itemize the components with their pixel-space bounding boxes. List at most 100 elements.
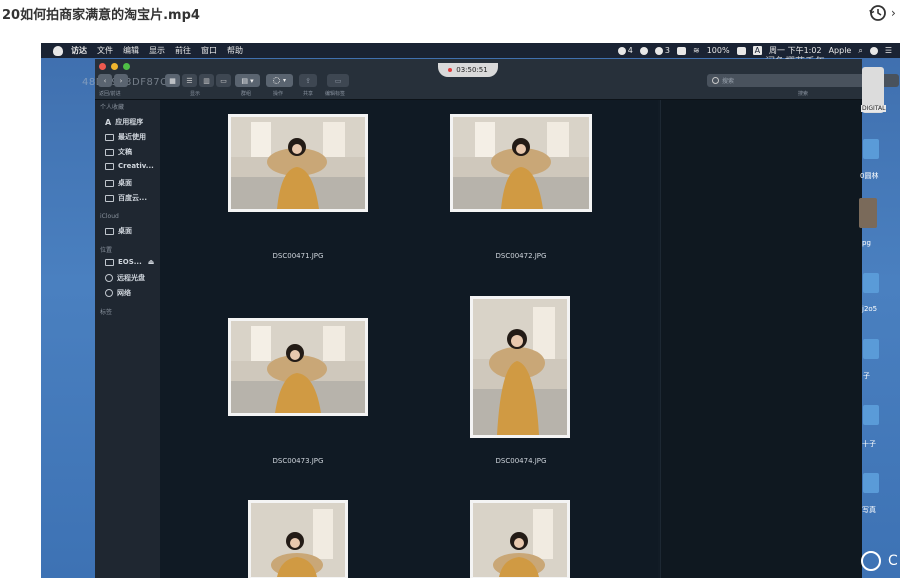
file-name-4[interactable]: DSC00474.JPG bbox=[461, 457, 581, 465]
finder-sidebar: 个人收藏 A 应用程序 最近使用 文稿 Creativ... 桌面 百度云... … bbox=[95, 100, 160, 578]
view-label: 显示 bbox=[190, 91, 201, 97]
chat-icon bbox=[617, 46, 626, 55]
photo-image bbox=[453, 117, 589, 209]
file-grid: DSC00471.JPG DSC00472.JPG DSC00473.JPG D… bbox=[160, 100, 721, 578]
desktop-label-5: 十子 bbox=[862, 440, 876, 448]
photo-image bbox=[473, 503, 567, 577]
desktop-file-icon[interactable] bbox=[863, 339, 879, 359]
desktop-file-icon[interactable] bbox=[863, 405, 879, 425]
sidebar-favorites-title: 个人收藏 bbox=[100, 104, 125, 111]
logo-icon bbox=[861, 551, 881, 571]
sidebar-item-recents[interactable]: 最近使用 bbox=[105, 132, 146, 142]
sidebar-item-desktop[interactable]: 桌面 bbox=[105, 178, 132, 188]
file-thumbnail-5[interactable] bbox=[248, 500, 348, 578]
applications-icon: A bbox=[105, 117, 112, 127]
desktop-file-icon[interactable] bbox=[859, 198, 877, 228]
page-title: 20如何拍商家满意的淘宝片.mp4 bbox=[2, 8, 200, 23]
documents-icon bbox=[105, 148, 114, 156]
menubar-user[interactable]: Apple bbox=[829, 46, 852, 55]
desktop-icon bbox=[105, 179, 114, 187]
menu-file[interactable]: 文件 bbox=[97, 45, 113, 56]
file-thumbnail-1[interactable] bbox=[228, 114, 368, 212]
disk-icon bbox=[105, 258, 114, 266]
battery-percent[interactable]: 100% bbox=[707, 46, 730, 55]
status-badge-a[interactable]: 4 bbox=[617, 46, 633, 55]
desktop-label-1: 0圆林 bbox=[860, 172, 879, 180]
zoom-window-icon[interactable] bbox=[123, 63, 130, 70]
menu-go[interactable]: 前往 bbox=[175, 45, 191, 56]
search-label: 搜索 bbox=[798, 91, 809, 97]
wechat-icon bbox=[654, 46, 663, 55]
close-window-icon[interactable] bbox=[99, 63, 106, 70]
display-icon[interactable] bbox=[676, 46, 686, 55]
finder-toolbar: 48DC943DF87C 03:50:51 ‹ › 返回/前进 ▦ ☰ ▥ ▭ … bbox=[82, 59, 899, 100]
share-label: 共享 bbox=[303, 91, 314, 97]
video-frame[interactable]: 访达 文件 编辑 显示 前往 窗口 帮助 4 3 ≋ 100% A 周一 下午1… bbox=[41, 43, 900, 578]
sidebar-item-applications[interactable]: A 应用程序 bbox=[105, 117, 143, 127]
file-thumbnail-4[interactable] bbox=[470, 296, 570, 438]
sidebar-item-remote-disc[interactable]: 远程光盘 bbox=[105, 273, 145, 283]
recording-timer: 03:50:51 bbox=[438, 63, 498, 77]
share-button[interactable]: ⇪ bbox=[299, 74, 317, 87]
menu-window[interactable]: 窗口 bbox=[201, 45, 217, 56]
apple-icon[interactable] bbox=[53, 45, 63, 56]
view-gallery-button[interactable]: ▭ bbox=[216, 74, 231, 87]
file-name-3[interactable]: DSC00473.JPG bbox=[238, 457, 358, 465]
action-label: 操作 bbox=[273, 91, 284, 97]
sidebar-item-baidu[interactable]: 百度云... bbox=[105, 193, 147, 203]
file-thumbnail-3[interactable] bbox=[228, 318, 368, 416]
file-thumbnail-6[interactable] bbox=[470, 500, 570, 578]
forward-button[interactable]: › bbox=[114, 74, 128, 87]
folder-icon bbox=[105, 194, 114, 202]
sidebar-item-icloud-desktop[interactable]: 桌面 bbox=[105, 226, 132, 236]
siri-icon[interactable] bbox=[869, 46, 878, 55]
minimize-window-icon[interactable] bbox=[111, 63, 118, 70]
group-button[interactable]: ▤ ▾ bbox=[235, 74, 260, 87]
back-button[interactable]: ‹ bbox=[98, 74, 112, 87]
group-label: 群组 bbox=[241, 91, 252, 97]
sidebar-icloud-title: iCloud bbox=[100, 213, 119, 220]
desktop-file-icon[interactable] bbox=[863, 139, 879, 159]
notification-icon[interactable]: ☰ bbox=[885, 46, 892, 55]
view-column-button[interactable]: ▥ bbox=[199, 74, 214, 87]
view-icon-button[interactable]: ▦ bbox=[165, 74, 180, 87]
menu-edit[interactable]: 编辑 bbox=[123, 45, 139, 56]
preview-pane bbox=[660, 100, 862, 578]
photo-image bbox=[251, 503, 345, 577]
menu-view[interactable]: 显示 bbox=[149, 45, 165, 56]
desktop-label-3: j2o5 bbox=[862, 305, 878, 313]
desktop-file-icon[interactable] bbox=[863, 273, 879, 293]
eject-icon[interactable]: ⏏ bbox=[148, 258, 155, 266]
tags-button[interactable]: ▭ bbox=[327, 74, 349, 87]
record-icon bbox=[448, 68, 453, 72]
gear-icon bbox=[272, 77, 280, 84]
file-name-1[interactable]: DSC00471.JPG bbox=[238, 252, 358, 260]
disc-icon bbox=[105, 274, 113, 282]
menu-help[interactable]: 帮助 bbox=[227, 45, 243, 56]
sidebar-item-network[interactable]: 网络 bbox=[105, 288, 131, 298]
sidebar-item-eos[interactable]: EOS... ⏏ bbox=[105, 258, 154, 266]
spotlight-icon[interactable]: ⌕ bbox=[858, 46, 862, 56]
sidebar-item-creative[interactable]: Creativ... bbox=[105, 162, 154, 170]
tags-label: 编辑标签 bbox=[325, 91, 346, 97]
action-button[interactable]: ▾ bbox=[266, 74, 293, 87]
input-method[interactable]: A bbox=[752, 46, 763, 55]
photo-image bbox=[231, 117, 365, 209]
corner-letter: C bbox=[888, 553, 898, 569]
status-badge-b[interactable]: 3 bbox=[654, 46, 670, 55]
at-icon[interactable] bbox=[639, 46, 648, 55]
more-icon[interactable]: › bbox=[891, 6, 896, 20]
wifi-icon[interactable]: ≋ bbox=[693, 46, 700, 55]
view-list-button[interactable]: ☰ bbox=[182, 74, 197, 87]
drive-label: DIGITAL bbox=[861, 105, 887, 112]
file-name-2[interactable]: DSC00472.JPG bbox=[461, 252, 581, 260]
finder-window: 48DC943DF87C 03:50:51 ‹ › 返回/前进 ▦ ☰ ▥ ▭ … bbox=[82, 59, 899, 578]
search-icon bbox=[712, 77, 719, 84]
menu-finder[interactable]: 访达 bbox=[71, 45, 87, 56]
battery-icon bbox=[736, 46, 746, 55]
desktop-label-6: 写真 bbox=[862, 506, 876, 514]
desktop-file-icon[interactable] bbox=[863, 473, 879, 493]
sidebar-item-documents[interactable]: 文稿 bbox=[105, 147, 132, 157]
history-icon[interactable] bbox=[868, 3, 888, 23]
file-thumbnail-2[interactable] bbox=[450, 114, 592, 212]
